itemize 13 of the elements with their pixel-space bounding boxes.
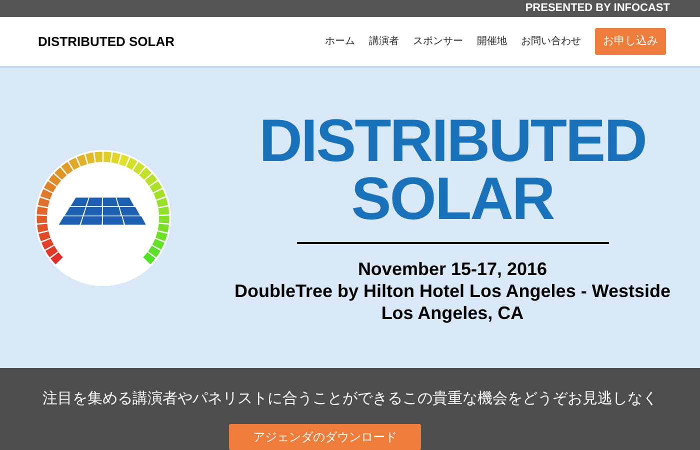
hero-title: DISTRIBUTED — [259, 112, 646, 170]
site-logo[interactable]: DISTRIBUTED SOLAR — [38, 32, 174, 52]
promo-text: 注目を集める講演者やパネリストに合うことができるこの貴重な機会をどうぞお見逃しなく — [42, 388, 658, 408]
hero-title: SOLAR — [351, 170, 554, 228]
nav-link[interactable]: お問い合わせ — [521, 34, 581, 50]
event-detail: Los Angeles, CA — [381, 302, 524, 324]
presenter-text: PRESENTED BY INFOCAST — [525, 1, 670, 16]
nav-link[interactable]: スポンサー — [413, 34, 463, 50]
nav-link[interactable]: 開催地 — [477, 34, 507, 50]
nav-link[interactable]: ホーム — [325, 34, 355, 50]
event-detail: November 15-17, 2016 — [358, 258, 548, 280]
event-detail: DoubleTree by Hilton Hotel Los Angeles - Westside — [234, 280, 671, 302]
nav-link[interactable]: 講演者 — [369, 34, 399, 50]
